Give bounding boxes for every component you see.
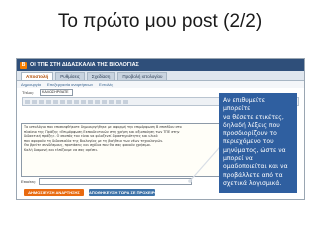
labels-row: Ετικέτες: (21, 177, 221, 185)
callout-line: μηνύματος, ώστε να (223, 146, 286, 154)
labels-input[interactable] (39, 177, 193, 185)
tab-view-blog[interactable]: Προβολή ιστολογίου (117, 72, 168, 80)
tab-settings[interactable]: Ρυθμίσεις (55, 72, 85, 80)
italic-icon[interactable] (46, 99, 51, 104)
tab-posting[interactable]: Αποστολή (21, 72, 54, 80)
align-center-icon[interactable] (74, 99, 79, 104)
subtab-bar: Δημιουργία Επεξεργασία αναρτήσεων Εντολέ… (17, 81, 304, 88)
post-editor[interactable]: Το ιστολόγιο που επισκεφθήκατε δημιουργή… (21, 123, 223, 177)
quote-icon[interactable] (102, 99, 107, 104)
title-label: Τίτλος: (22, 89, 35, 95)
publish-post-button[interactable]: ΔΗΜΟΣΙΕΥΣΗ ΑΝΑΡΤΗΣΗΣ (24, 189, 84, 196)
bullet-list-icon[interactable] (95, 99, 100, 104)
editor-line: Καλή διαμονή και ελπίζουμε να σας αρέσει… (24, 147, 99, 152)
blog-name: ΟΙ ΤΠΕ ΣΤΗ ΔΙΔΑΣΚΑΛΙΑ ΤΗΣ ΒΙΟΛΟΓΙΑΣ (30, 62, 139, 68)
subtab-moderate[interactable]: Εντολές (99, 82, 113, 87)
bold-icon[interactable] (39, 99, 44, 104)
callout-line: Αν επιθυμείτε μπορείτε (223, 97, 265, 113)
video-icon[interactable] (123, 99, 128, 104)
image-icon[interactable] (116, 99, 121, 104)
labels-label: Ετικέτες: (21, 178, 37, 184)
tab-bar: Αποστολή Ρυθμίσεις Σχεδίαση Προβολή ιστο… (17, 71, 304, 81)
slide-title: Το πρώτο μου post (2/2) (57, 11, 263, 32)
blogger-logo-icon[interactable]: B (20, 61, 27, 69)
callout-line: δηλαδή λέξεις που (223, 121, 280, 129)
callout-line: προβάλλετε από τα (223, 171, 283, 179)
numbered-list-icon[interactable] (88, 99, 93, 104)
subtab-new-post[interactable]: Δημιουργία (21, 82, 41, 87)
spellcheck-icon[interactable] (109, 99, 114, 104)
font-size-icon[interactable] (32, 99, 37, 104)
tab-layout[interactable]: Σχεδίαση (86, 72, 116, 80)
save-draft-button[interactable]: ΑΠΟΘΗΚΕΥΣΗ ΤΩΡΑ ΣΕ ΠΡΟΧΕΙΡΟ (89, 189, 158, 196)
callout-line: σχετικά λογισμικά. (223, 179, 282, 187)
link-icon[interactable] (60, 99, 65, 104)
text-color-icon[interactable] (53, 99, 58, 104)
align-left-icon[interactable] (67, 99, 72, 104)
title-input[interactable]: ΚΑΛΩΣΗΡΘΑΤΕ (40, 88, 73, 96)
subtab-edit-posts[interactable]: Επεξεργασία αναρτήσεων (47, 82, 93, 87)
align-right-icon[interactable] (81, 99, 86, 104)
callout-line: να θέσετε ετικέτες, (223, 113, 284, 121)
callout-line: περιεχόμενο του (223, 138, 274, 146)
blog-header: B ΟΙ ΤΠΕ ΣΤΗ ΔΙΔΑΣΚΑΛΙΑ ΤΗΣ ΒΙΟΛΟΓΙΑΣ (17, 59, 304, 71)
explanation-callout: Αν επιθυμείτε μπορείτε να θέσετε ετικέτε… (219, 93, 297, 193)
font-icon[interactable] (25, 99, 30, 104)
callout-line: ομαδοποιείται και να (223, 163, 288, 171)
